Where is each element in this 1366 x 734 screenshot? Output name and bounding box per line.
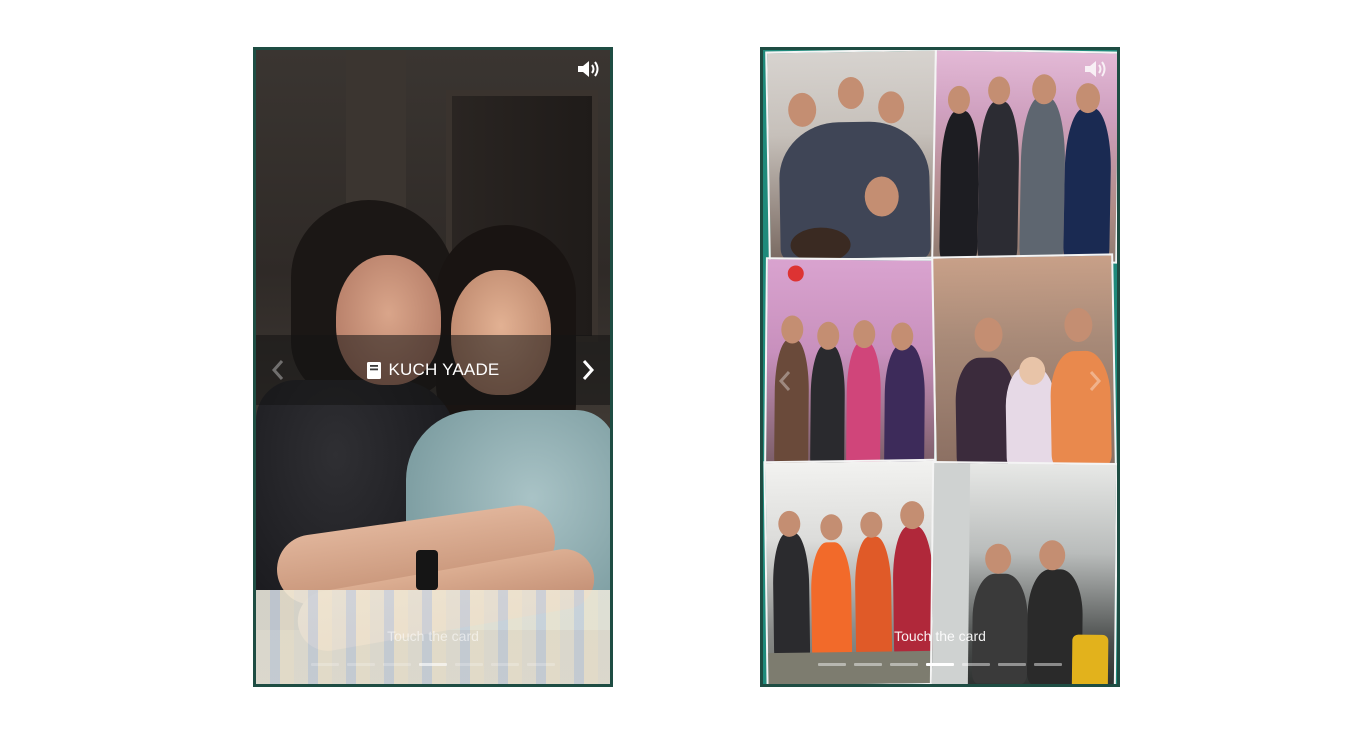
book-icon — [366, 361, 381, 379]
pagination-dots — [763, 663, 1117, 666]
page-dot-active[interactable] — [926, 663, 954, 666]
page-dot[interactable] — [962, 663, 990, 666]
pagination-dots — [256, 663, 610, 666]
page-dot[interactable] — [1034, 663, 1062, 666]
page-dot[interactable] — [347, 663, 375, 666]
chevron-right-icon[interactable] — [1087, 370, 1103, 392]
page-dot[interactable] — [818, 663, 846, 666]
volume-icon[interactable] — [1083, 58, 1109, 80]
touch-hint: Touch the card — [894, 628, 986, 644]
page-dot[interactable] — [998, 663, 1026, 666]
story-title-banner[interactable]: KUCH YAADE — [256, 335, 610, 405]
chevron-right-icon[interactable] — [580, 359, 596, 381]
collage-photo — [765, 50, 941, 262]
page-dot[interactable] — [455, 663, 483, 666]
page-dot[interactable] — [491, 663, 519, 666]
page-dot[interactable] — [890, 663, 918, 666]
page-dot-active[interactable] — [419, 663, 447, 666]
touch-hint: Touch the card — [387, 628, 479, 644]
page-dot[interactable] — [527, 663, 555, 666]
page-dot[interactable] — [854, 663, 882, 666]
collage-photo — [763, 458, 939, 684]
page-dot[interactable] — [311, 663, 339, 666]
story-card-right[interactable]: Touch the card — [760, 47, 1120, 687]
chevron-left-icon[interactable] — [777, 370, 793, 392]
collage-photo — [929, 461, 1117, 684]
story-card-left[interactable]: KUCH YAADE Touch the card — [253, 47, 613, 687]
story-title-text: KUCH YAADE — [388, 360, 500, 379]
story-title: KUCH YAADE — [366, 360, 500, 380]
collage-photo — [931, 50, 1117, 264]
page-dot[interactable] — [383, 663, 411, 666]
collage-photo — [931, 253, 1117, 469]
collage-photo — [764, 257, 938, 469]
chevron-left-icon[interactable] — [270, 359, 286, 381]
volume-icon[interactable] — [576, 58, 602, 80]
